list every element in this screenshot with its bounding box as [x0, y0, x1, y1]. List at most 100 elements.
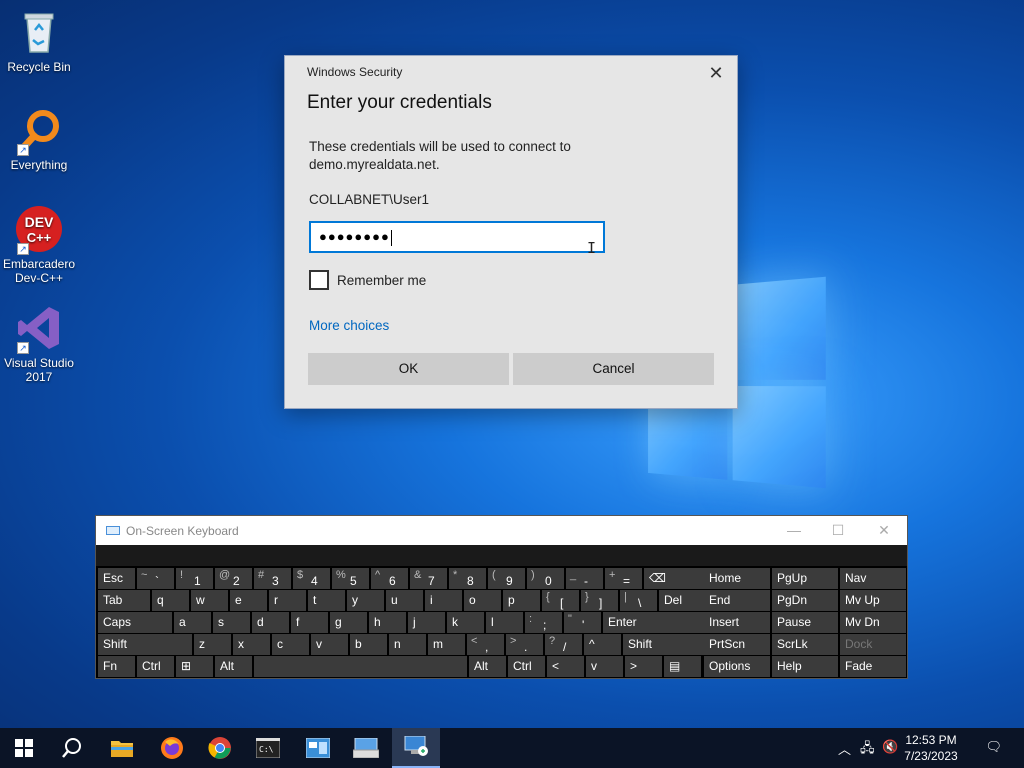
- osk-key[interactable]: c: [272, 634, 309, 655]
- password-field[interactable]: ●●●●●●●●: [309, 221, 605, 253]
- osk-key[interactable]: r: [269, 590, 306, 611]
- osk-key[interactable]: ⊞: [176, 656, 213, 677]
- osk-key[interactable]: z: [194, 634, 231, 655]
- osk-key[interactable]: a: [174, 612, 211, 633]
- osk-key[interactable]: v: [586, 656, 623, 677]
- osk-key[interactable]: + =: [605, 568, 642, 589]
- taskbar-firefox[interactable]: [148, 728, 196, 768]
- osk-key[interactable]: * 8: [449, 568, 486, 589]
- osk-key[interactable]: | \: [620, 590, 657, 611]
- osk-key[interactable]: @2: [215, 568, 252, 589]
- osk-key[interactable]: Tab: [98, 590, 150, 611]
- osk-key[interactable]: k: [447, 612, 484, 633]
- desktop-icon-everything[interactable]: ↗ Everything: [2, 106, 76, 172]
- osk-key[interactable]: Alt: [215, 656, 252, 677]
- osk-key[interactable]: " ': [564, 612, 601, 633]
- osk-key[interactable]: >.: [506, 634, 543, 655]
- osk-nav-key[interactable]: Mv Dn: [840, 612, 906, 633]
- osk-key[interactable]: b: [350, 634, 387, 655]
- remember-me-checkbox[interactable]: [309, 270, 329, 290]
- osk-key[interactable]: :;: [525, 612, 562, 633]
- osk-nav-key[interactable]: Home: [704, 568, 770, 589]
- minimize-icon[interactable]: —: [781, 520, 807, 540]
- osk-nav-key[interactable]: Options: [704, 656, 770, 677]
- osk-key[interactable]: e: [230, 590, 267, 611]
- osk-key[interactable]: [254, 656, 467, 677]
- close-icon[interactable]: ✕: [871, 520, 897, 540]
- osk-key[interactable]: Caps: [98, 612, 172, 633]
- osk-key[interactable]: l: [486, 612, 523, 633]
- taskbar-remote-desktop[interactable]: [392, 728, 440, 768]
- osk-key[interactable]: Ctrl: [508, 656, 545, 677]
- osk-key[interactable]: u: [386, 590, 423, 611]
- osk-nav-key[interactable]: Nav: [840, 568, 906, 589]
- osk-key[interactable]: >: [625, 656, 662, 677]
- search-button[interactable]: [48, 728, 96, 768]
- osk-nav-key[interactable]: PgUp: [772, 568, 838, 589]
- osk-key[interactable]: Fn: [98, 656, 135, 677]
- osk-key[interactable]: x: [233, 634, 270, 655]
- osk-nav-key[interactable]: PgDn: [772, 590, 838, 611]
- osk-key[interactable]: {[: [542, 590, 579, 611]
- osk-key[interactable]: Enter: [603, 612, 704, 633]
- osk-key[interactable]: $4: [293, 568, 330, 589]
- more-choices-link[interactable]: More choices: [309, 318, 389, 333]
- taskbar-osk-app[interactable]: [342, 728, 390, 768]
- osk-key[interactable]: ? /: [545, 634, 582, 655]
- remember-me-option[interactable]: Remember me: [309, 270, 426, 290]
- close-icon[interactable]: ✕: [705, 62, 727, 84]
- taskbar-chrome[interactable]: [196, 728, 244, 768]
- taskbar-app-window[interactable]: [294, 728, 342, 768]
- desktop-icon-dev-cpp[interactable]: DEV C++ ↗ Embarcadero Dev-C++: [2, 205, 76, 285]
- desktop-icon-visual-studio[interactable]: ↗ Visual Studio 2017: [2, 304, 76, 384]
- osk-key[interactable]: p: [503, 590, 540, 611]
- osk-key[interactable]: h: [369, 612, 406, 633]
- osk-key[interactable]: s: [213, 612, 250, 633]
- osk-key[interactable]: m: [428, 634, 465, 655]
- osk-key[interactable]: j: [408, 612, 445, 633]
- maximize-icon[interactable]: ☐: [825, 520, 851, 540]
- osk-key[interactable]: Alt: [469, 656, 506, 677]
- osk-key[interactable]: ▤: [664, 656, 701, 677]
- taskbar-command-prompt[interactable]: C:\: [244, 728, 292, 768]
- osk-key[interactable]: _ -: [566, 568, 603, 589]
- osk-key[interactable]: d: [252, 612, 289, 633]
- osk-key[interactable]: y: [347, 590, 384, 611]
- osk-key[interactable]: ^: [584, 634, 621, 655]
- osk-nav-key[interactable]: Insert: [704, 612, 770, 633]
- osk-nav-key[interactable]: ScrLk: [772, 634, 838, 655]
- osk-key[interactable]: ⌫: [644, 568, 706, 589]
- taskbar-file-explorer[interactable]: [98, 728, 146, 768]
- osk-key[interactable]: i: [425, 590, 462, 611]
- osk-key[interactable]: o: [464, 590, 501, 611]
- osk-key[interactable]: ^ 6: [371, 568, 408, 589]
- osk-key[interactable]: (9: [488, 568, 525, 589]
- osk-nav-key[interactable]: Help: [772, 656, 838, 677]
- network-icon[interactable]: 🖧: [860, 739, 875, 761]
- osk-key[interactable]: w: [191, 590, 228, 611]
- osk-key[interactable]: v: [311, 634, 348, 655]
- osk-nav-key[interactable]: Mv Up: [840, 590, 906, 611]
- osk-key[interactable]: Esc: [98, 568, 135, 589]
- osk-key[interactable]: t: [308, 590, 345, 611]
- osk-key[interactable]: & 7: [410, 568, 447, 589]
- osk-key[interactable]: n: [389, 634, 426, 655]
- osk-key[interactable]: ) 0: [527, 568, 564, 589]
- osk-key[interactable]: Del: [659, 590, 706, 611]
- osk-nav-key[interactable]: Fade: [840, 656, 906, 677]
- cancel-button[interactable]: Cancel: [513, 353, 714, 385]
- osk-titlebar[interactable]: On-Screen Keyboard — ☐ ✕: [96, 516, 907, 545]
- osk-key[interactable]: f: [291, 612, 328, 633]
- osk-key[interactable]: Shift: [98, 634, 192, 655]
- start-button[interactable]: [0, 728, 48, 768]
- osk-key[interactable]: #3: [254, 568, 291, 589]
- osk-key[interactable]: % 5: [332, 568, 369, 589]
- desktop-icon-recycle-bin[interactable]: Recycle Bin: [2, 8, 76, 74]
- osk-key[interactable]: ! 1: [176, 568, 213, 589]
- osk-nav-key[interactable]: PrtScn: [704, 634, 770, 655]
- osk-nav-key[interactable]: Pause: [772, 612, 838, 633]
- osk-key[interactable]: <: [547, 656, 584, 677]
- osk-key[interactable]: Ctrl: [137, 656, 174, 677]
- osk-key[interactable]: <,: [467, 634, 504, 655]
- chevron-up-icon[interactable]: ︿: [838, 739, 851, 758]
